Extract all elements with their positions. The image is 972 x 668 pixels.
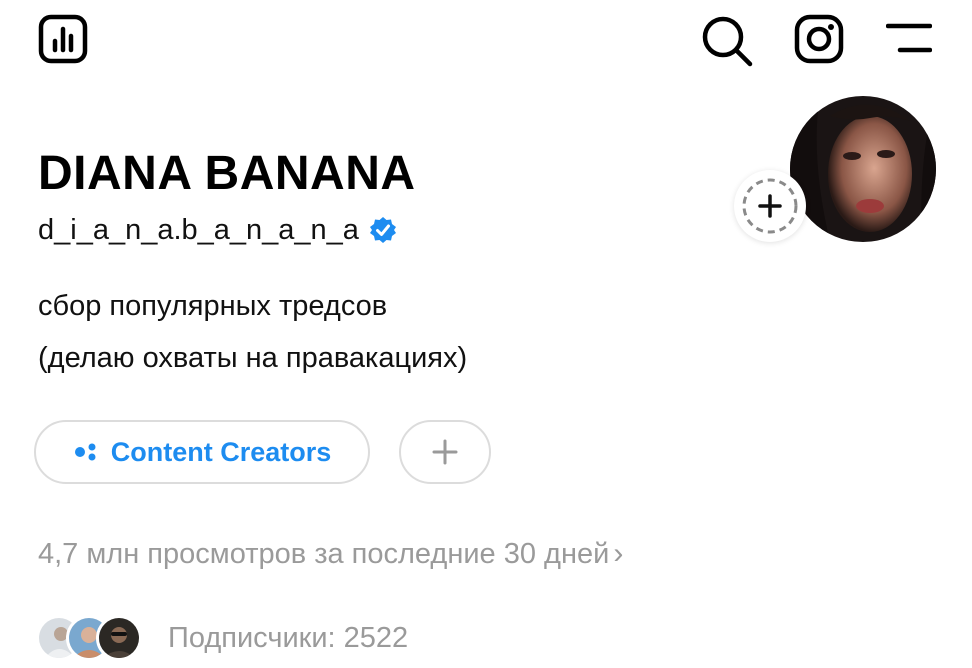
community-chip[interactable]: Content Creators [34, 420, 370, 484]
chevron-right-icon: › [613, 537, 624, 570]
add-story-icon [742, 178, 798, 234]
plus-icon [431, 438, 459, 466]
insights-icon[interactable] [38, 14, 88, 64]
bio-line: сбор популярных тредсов [38, 290, 388, 322]
followers-count: Подписчики: 2522 [168, 621, 409, 654]
profile-username: d_i_a_n_a.b_a_n_a_n_a [38, 214, 359, 246]
add-community-button[interactable] [399, 420, 491, 484]
bio-line: (делаю охваты на правакациях) [38, 342, 468, 374]
community-chip-label: Content Creators [110, 436, 332, 467]
views-link[interactable]: 4,7 млн просмотров за последние 30 дней … [38, 534, 623, 574]
views-text: 4,7 млн просмотров за последние 30 дней [38, 537, 610, 570]
profile-avatar[interactable] [790, 96, 936, 242]
add-story-button[interactable] [734, 170, 806, 242]
profile-display-name: DIANA BANANA [38, 147, 416, 200]
search-icon[interactable] [700, 14, 754, 68]
followers-link[interactable]: Подписчики: 2522 [36, 615, 408, 661]
instagram-icon[interactable] [794, 14, 844, 64]
verified-badge-icon [369, 216, 397, 244]
username-row: d_i_a_n_a.b_a_n_a_n_a [38, 212, 397, 248]
menu-icon[interactable] [885, 20, 933, 56]
community-dots-icon [73, 442, 99, 462]
follower-avatar [96, 615, 142, 661]
